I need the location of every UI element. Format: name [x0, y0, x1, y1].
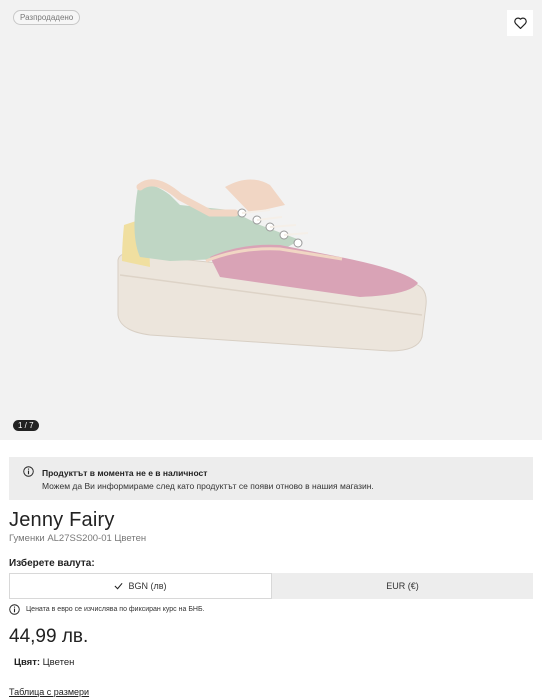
color-value: Цветен: [42, 657, 75, 668]
currency-option-bgn[interactable]: BGN (лв): [9, 573, 272, 599]
currency-option-label: BGN (лв): [128, 581, 167, 591]
checkmark-icon: [115, 582, 123, 590]
heart-outline-icon: [513, 17, 527, 29]
currency-label: Изберете валута:: [9, 558, 95, 569]
size-table-link[interactable]: Таблица с размери: [9, 687, 89, 697]
product-color: Цвят: Цветен: [14, 657, 74, 668]
currency-selector: BGN (лв) EUR (€): [9, 573, 533, 599]
product-gallery[interactable]: Разпродадено 1 / 7: [0, 0, 542, 440]
product-image[interactable]: [110, 165, 440, 365]
out-of-stock-notice: Продуктът в момента не е в наличност Мож…: [9, 457, 533, 500]
favorite-button[interactable]: [507, 10, 533, 36]
currency-note-text: Цената в евро се изчислява по фиксиран к…: [26, 606, 205, 613]
product-brand[interactable]: Jenny Fairy: [9, 509, 115, 532]
image-counter: 1 / 7: [13, 420, 39, 431]
notice-text: Можем да Ви информираме след като продук…: [42, 481, 374, 491]
color-label: Цвят:: [14, 657, 41, 668]
product-price: 44,99 лв.: [9, 626, 89, 647]
sold-out-badge: Разпродадено: [13, 10, 81, 25]
currency-option-eur[interactable]: EUR (€): [272, 573, 533, 599]
notice-title: Продуктът в момента не е в наличност: [42, 468, 208, 478]
currency-note: Цената в евро се изчислява по фиксиран к…: [9, 604, 205, 615]
product-subtitle: Гуменки AL27SS200-01 Цветен: [9, 533, 147, 544]
info-icon: [23, 466, 34, 477]
info-icon: [9, 604, 20, 615]
currency-option-label: EUR (€): [386, 581, 419, 591]
